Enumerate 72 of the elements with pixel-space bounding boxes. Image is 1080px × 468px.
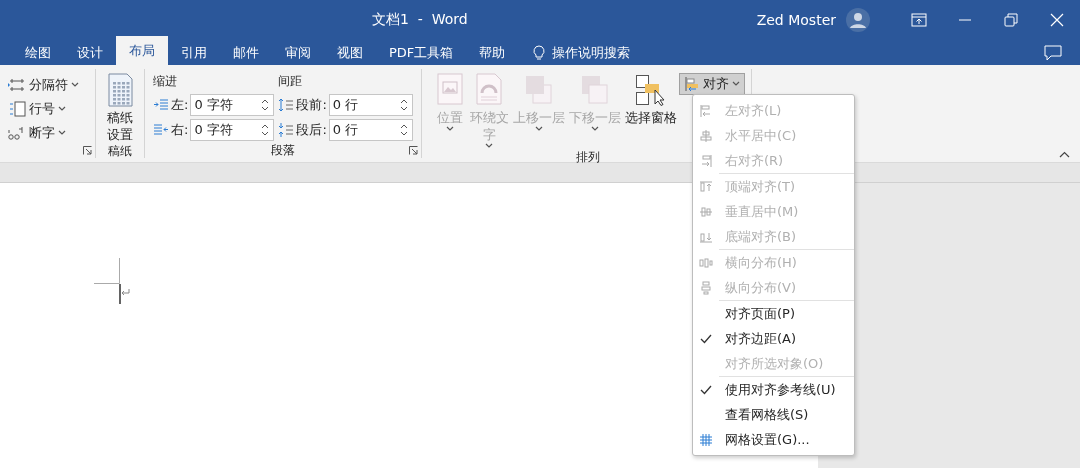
section-heading: 间距 xyxy=(278,73,304,90)
ribbon-tab[interactable]: 视图 xyxy=(324,40,376,65)
spin-field[interactable]: 0 字符 xyxy=(190,94,275,116)
dropdown-button[interactable]: 断字 xyxy=(6,123,81,143)
window-title: 文档1 - Word xyxy=(372,11,468,29)
group-label: 排列 xyxy=(576,149,601,166)
indent-icon xyxy=(153,122,169,138)
align-right-icon xyxy=(699,153,713,168)
comment-icon[interactable] xyxy=(1044,44,1062,61)
ribbon-tab[interactable]: 审阅 xyxy=(272,40,324,65)
indent-icon xyxy=(153,97,169,113)
spacing-icon xyxy=(278,97,295,113)
ribbon-tab[interactable]: 绘图 xyxy=(12,40,64,65)
field-label: 右: xyxy=(171,121,189,139)
user-name: Zed Moster xyxy=(756,12,836,28)
spin-field[interactable]: 0 字符 xyxy=(190,119,275,141)
dialog-launcher-icon[interactable] xyxy=(83,146,92,155)
margin-corner-drawing xyxy=(94,258,120,284)
distribute-horizontal-icon xyxy=(699,255,713,270)
align-dropdown-button[interactable]: 对齐 xyxy=(678,73,745,95)
menu-item[interactable]: 对齐边距(A) xyxy=(693,326,854,351)
group-label: 稿纸 xyxy=(108,143,132,160)
ribbon-button[interactable]: 选择窗格 xyxy=(622,73,679,149)
field-label: 段后: xyxy=(296,121,327,139)
dropdown-button[interactable]: 分隔符 xyxy=(6,75,81,95)
ribbon-tab[interactable]: 引用 xyxy=(168,40,220,65)
chevron-down-icon xyxy=(71,82,79,88)
dialog-launcher-icon[interactable] xyxy=(408,146,418,155)
spin-field[interactable]: 0 行 xyxy=(328,119,413,141)
field-label: 左: xyxy=(171,96,189,114)
tell-me-search[interactable]: 操作说明搜索 xyxy=(552,43,631,62)
dropdown-button[interactable]: 行号 xyxy=(6,99,81,119)
ribbon-tab[interactable]: 布局 xyxy=(116,36,168,65)
align-top-icon xyxy=(699,179,713,194)
menu-item[interactable]: 查看网格线(S) xyxy=(693,402,854,427)
field-label: 段前: xyxy=(296,96,327,114)
menu-item[interactable]: 对齐页面(P) xyxy=(693,301,854,326)
lightbulb-icon[interactable] xyxy=(532,44,547,61)
ribbon-tab[interactable]: 帮助 xyxy=(466,40,519,65)
chevron-down-icon xyxy=(58,130,66,136)
align-left-icon xyxy=(699,103,713,118)
chevron-down-icon xyxy=(731,81,740,87)
chevron-down-icon xyxy=(58,106,66,112)
ribbon-tab[interactable]: PDF工具箱 xyxy=(376,40,467,65)
distribute-vertical-icon xyxy=(699,280,713,295)
spin-field[interactable]: 0 行 xyxy=(328,94,413,116)
hyphenation-icon xyxy=(8,125,26,141)
section-heading: 缩进 xyxy=(153,73,178,90)
menu-item[interactable]: 网格设置(G)... xyxy=(693,427,854,452)
paragraph-mark-icon xyxy=(119,284,131,304)
ribbon-tab[interactable]: 设计 xyxy=(64,40,116,65)
spinner-arrows-icon[interactable] xyxy=(398,97,409,113)
align-center-icon xyxy=(699,128,713,143)
line-numbers-icon xyxy=(8,101,26,117)
manuscript-settings-button[interactable]: 稿纸设置 xyxy=(102,73,138,143)
restore-icon[interactable] xyxy=(1003,12,1019,28)
spinner-arrows-icon[interactable] xyxy=(260,97,271,113)
selection-pane-icon xyxy=(635,75,666,106)
grid-icon xyxy=(699,432,713,447)
avatar-icon[interactable] xyxy=(846,8,870,32)
breaks-icon xyxy=(8,77,26,93)
align-middle-icon xyxy=(699,204,713,219)
ribbon-tab[interactable]: 邮件 xyxy=(220,40,272,65)
collapse-ribbon-icon[interactable] xyxy=(1059,151,1070,158)
group-label: 段落 xyxy=(270,142,295,159)
spacing-icon xyxy=(278,122,295,138)
spinner-arrows-icon[interactable] xyxy=(398,122,409,138)
spinner-arrows-icon[interactable] xyxy=(260,122,271,138)
align-icon xyxy=(683,76,700,92)
ribbon-display-icon[interactable] xyxy=(911,12,927,28)
menu-item[interactable]: 使用对齐参考线(U) xyxy=(693,377,854,402)
close-icon[interactable] xyxy=(1049,12,1065,28)
